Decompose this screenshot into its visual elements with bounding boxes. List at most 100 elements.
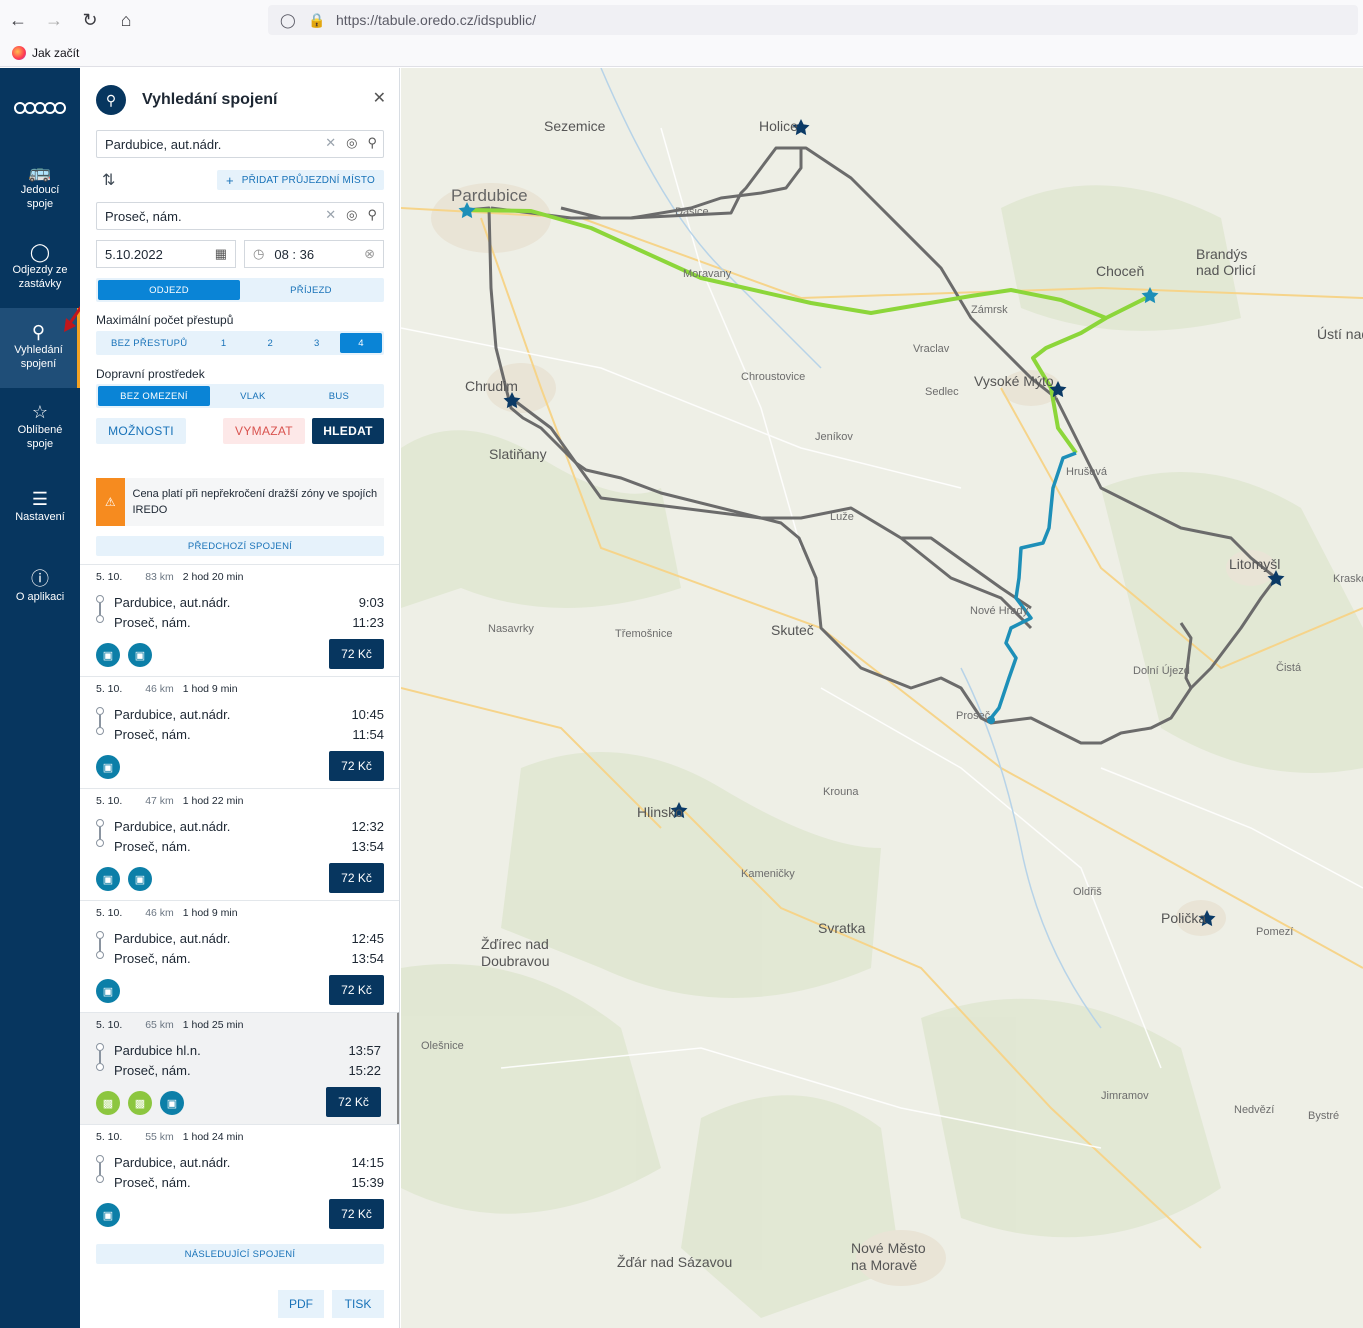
- warning-icon: ⚠: [96, 478, 125, 526]
- route-line-icon: [96, 1043, 106, 1073]
- place-label: Třemošnice: [615, 628, 673, 640]
- price-button[interactable]: 72 Kč: [329, 639, 384, 669]
- back-icon[interactable]: ←: [0, 4, 36, 36]
- route-line-icon: [96, 707, 106, 737]
- transport-modes: ▣ ▣: [96, 643, 152, 667]
- connection-meta: 5. 10. 65 km 1 hod 25 min: [96, 1019, 243, 1031]
- search-button[interactable]: HLEDAT: [312, 418, 384, 444]
- place-label: Vysoké Mýto: [974, 373, 1054, 389]
- connection-row[interactable]: 5. 10. 83 km 2 hod 20 min Pardubice, aut…: [80, 564, 399, 676]
- search-panel: ⚲ Vyhledání spojení ✕ Pardubice, aut.nád…: [80, 68, 400, 1328]
- option-transfers-2[interactable]: 2: [247, 333, 294, 353]
- option-no-transfers[interactable]: BEZ PŘESTUPŮ: [98, 333, 200, 353]
- price-button[interactable]: 72 Kč: [329, 1199, 384, 1229]
- home-icon[interactable]: ⌂: [108, 4, 144, 36]
- train-icon: ▩: [128, 1091, 152, 1115]
- to-field[interactable]: Proseč, nám. ✕ ◎ ⚲: [96, 202, 384, 230]
- options-button[interactable]: MOŽNOSTI: [96, 418, 186, 444]
- swap-icon[interactable]: ⇅: [102, 170, 115, 190]
- option-bus[interactable]: BUS: [296, 386, 382, 406]
- option-departure[interactable]: ODJEZD: [98, 280, 240, 300]
- add-via-button[interactable]: + PŘIDAT PRŮJEZDNÍ MÍSTO: [217, 170, 384, 190]
- terrain-layer: [401, 185, 1363, 1318]
- rail-item-favorites[interactable]: ☆ Oblíbené spoje: [0, 388, 80, 468]
- pin-icon[interactable]: ⚲: [367, 135, 377, 151]
- lock-icon: 🔒: [308, 11, 326, 28]
- connection-row[interactable]: 5. 10. 46 km 1 hod 9 min Pardubice, aut.…: [80, 676, 399, 788]
- connection-duration: 1 hod 22 min: [182, 795, 244, 807]
- forward-icon[interactable]: →: [36, 4, 72, 36]
- place-label: Kameničky: [741, 868, 795, 880]
- print-button[interactable]: TISK: [332, 1290, 384, 1318]
- rail-item-about[interactable]: ⓘ O aplikaci: [0, 548, 80, 628]
- bookmark-getting-started[interactable]: Jak začít: [32, 46, 79, 60]
- place-label: Olešnice: [421, 1040, 464, 1052]
- transfers-toggle: BEZ PŘESTUPŮ 1 2 3 4: [96, 331, 384, 355]
- connection-row[interactable]: 5. 10. 65 km 1 hod 25 min Pardubice hl.n…: [80, 1012, 399, 1124]
- option-arrival[interactable]: PŘÍJEZD: [240, 280, 382, 300]
- place-label: Nasavrky: [488, 623, 534, 635]
- place-label: Pardubice: [451, 186, 528, 205]
- time-field[interactable]: ◷ 08 : 36 ⊗: [244, 240, 384, 268]
- pdf-button[interactable]: PDF: [278, 1290, 324, 1318]
- connection-duration: 1 hod 9 min: [182, 683, 238, 695]
- reload-icon[interactable]: ↻: [72, 4, 108, 36]
- price-button[interactable]: 72 Kč: [329, 975, 384, 1005]
- panel-header: ⚲ Vyhledání spojení ✕: [96, 84, 386, 116]
- connection-from: Pardubice, aut.nádr.: [114, 595, 231, 610]
- rail-item-live-connections[interactable]: 🚌 Jedoucí spoje: [0, 148, 80, 228]
- left-rail: 🚌 Jedoucí spoje ◯ Odjezdy ze zastávky ⚲ …: [0, 68, 80, 1328]
- map[interactable]: Pardubice Sezemice Holice Chroustovice C…: [401, 68, 1363, 1328]
- connection-date: 5. 10.: [96, 1019, 123, 1031]
- connection-row[interactable]: 5. 10. 46 km 1 hod 9 min Pardubice, aut.…: [80, 900, 399, 1012]
- connection-distance: 47 km: [145, 795, 174, 807]
- place-label: Čistá: [1276, 662, 1302, 674]
- clear-icon[interactable]: ✕: [325, 207, 336, 223]
- locate-icon[interactable]: ◎: [346, 207, 357, 223]
- option-any-transport[interactable]: BEZ OMEZENÍ: [98, 386, 210, 406]
- connection-arrival: 11:54: [352, 727, 384, 742]
- close-icon[interactable]: ✕: [373, 88, 386, 108]
- place-label: Skuteč: [771, 622, 814, 638]
- locate-icon[interactable]: ◎: [346, 135, 357, 151]
- previous-connections-button[interactable]: PŘEDCHOZÍ SPOJENÍ: [96, 536, 384, 556]
- connection-duration: 1 hod 25 min: [182, 1019, 244, 1031]
- search-icon: ⚲: [31, 322, 46, 342]
- next-connections-button[interactable]: NÁSLEDUJÍCÍ SPOJENÍ: [96, 1244, 384, 1264]
- option-transfers-3[interactable]: 3: [294, 333, 341, 353]
- price-button[interactable]: 72 Kč: [329, 751, 384, 781]
- connection-arrival: 15:22: [348, 1063, 381, 1078]
- connection-distance: 83 km: [145, 571, 174, 583]
- connection-row[interactable]: 5. 10. 47 km 1 hod 22 min Pardubice, aut…: [80, 788, 399, 900]
- bookmarks-bar: Jak začít: [0, 40, 1363, 67]
- connection-from: Pardubice, aut.nádr.: [114, 819, 231, 834]
- calendar-icon[interactable]: ▦: [215, 246, 227, 262]
- clear-button[interactable]: VYMAZAT: [223, 418, 305, 444]
- rail-item-settings[interactable]: ☰ Nastavení: [0, 468, 80, 548]
- oredo-logo[interactable]: [0, 68, 80, 148]
- option-transfers-1[interactable]: 1: [200, 333, 247, 353]
- pin-icon[interactable]: ⚲: [367, 207, 377, 223]
- bus-icon: ▣: [96, 867, 120, 891]
- transport-modes: ▩ ▩ ▣: [96, 1091, 184, 1115]
- connection-meta: 5. 10. 46 km 1 hod 9 min: [96, 907, 238, 919]
- connection-arrival: 13:54: [351, 839, 384, 854]
- option-transfers-4[interactable]: 4: [340, 333, 383, 353]
- price-button[interactable]: 72 Kč: [326, 1087, 381, 1117]
- clear-icon[interactable]: ✕: [325, 135, 336, 151]
- from-field[interactable]: Pardubice, aut.nádr. ✕ ◎ ⚲: [96, 130, 384, 158]
- connection-meta: 5. 10. 55 km 1 hod 24 min: [96, 1131, 243, 1143]
- connection-from: Pardubice, aut.nádr.: [114, 931, 231, 946]
- place-label: Pomezí: [1256, 926, 1294, 938]
- date-field[interactable]: 5.10.2022 ▦: [96, 240, 236, 268]
- transfers-label: Maximální počet přestupů: [96, 313, 234, 327]
- option-train[interactable]: VLAK: [210, 386, 296, 406]
- notice-text: Cena platí při nepřekročení dražší zóny …: [132, 488, 378, 516]
- connection-row[interactable]: 5. 10. 55 km 1 hod 24 min Pardubice, aut…: [80, 1124, 399, 1236]
- place-label: Nové Město na Moravě: [851, 1240, 926, 1273]
- address-bar[interactable]: ◯ 🔒 https://tabule.oredo.cz/idspublic/: [268, 5, 1358, 35]
- connection-meta: 5. 10. 83 km 2 hod 20 min: [96, 571, 243, 583]
- clear-time-icon[interactable]: ⊗: [364, 246, 375, 262]
- connection-arrival: 15:39: [351, 1175, 384, 1190]
- price-button[interactable]: 72 Kč: [329, 863, 384, 893]
